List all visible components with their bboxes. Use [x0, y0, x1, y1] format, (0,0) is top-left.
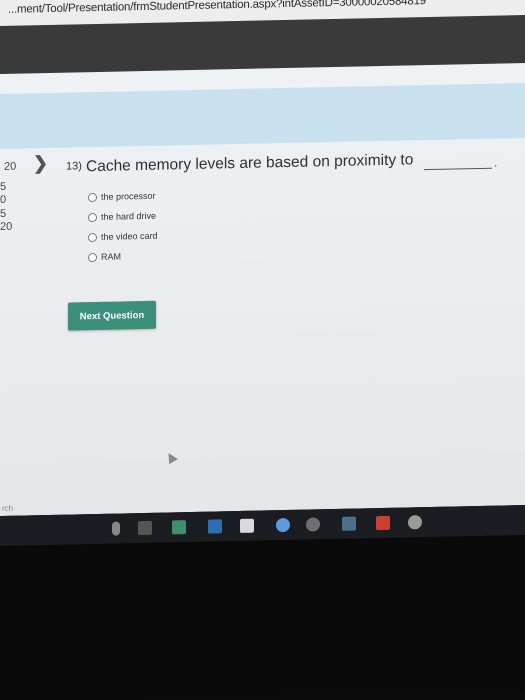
choice-label: the hard drive — [101, 210, 157, 222]
screen-bezel — [0, 535, 525, 700]
chevron-right-icon[interactable]: ❯ — [33, 153, 48, 174]
choice-label: the processor — [101, 190, 156, 202]
powerpoint-icon[interactable] — [376, 515, 390, 531]
infinity-icon[interactable] — [306, 517, 320, 532]
dropbox-icon[interactable] — [276, 517, 290, 533]
radio-button[interactable] — [88, 232, 97, 242]
task-view-icon[interactable] — [138, 520, 152, 536]
search-label[interactable]: rch — [2, 504, 13, 513]
app-icon[interactable] — [172, 520, 186, 535]
next-question-button[interactable]: Next Question — [68, 300, 156, 331]
radio-button[interactable] — [88, 192, 97, 202]
nav-number[interactable]: 20 — [4, 161, 16, 173]
shopping-bag-icon[interactable] — [240, 518, 254, 533]
choice-the-hard-drive[interactable]: the hard drive — [88, 209, 156, 224]
radio-button[interactable] — [88, 212, 97, 222]
store-icon[interactable] — [208, 519, 222, 534]
nav-number[interactable]: 5 — [0, 181, 6, 193]
choice-the-video-card[interactable]: the video card — [88, 229, 158, 244]
choice-label: RAM — [101, 251, 121, 262]
mic-icon[interactable] — [112, 521, 120, 536]
question-block: 13) Cache memory levels are based on pro… — [66, 149, 506, 175]
screen: ...ment/Tool/Presentation/frmStudentPres… — [0, 0, 525, 700]
nav-number[interactable]: 20 — [0, 221, 12, 233]
question-period: . — [494, 155, 498, 170]
choice-the-processor[interactable]: the processor — [88, 189, 156, 204]
choice-label: the video card — [101, 230, 158, 242]
radio-button[interactable] — [88, 252, 97, 262]
url-text: ...ment/Tool/Presentation/frmStudentPres… — [8, 0, 426, 16]
media-icon[interactable] — [342, 516, 356, 531]
question-nav: 20 5 0 5 20 — [0, 158, 30, 509]
answer-blank — [424, 167, 492, 171]
nav-number[interactable]: 5 — [0, 208, 6, 220]
assessment-page: 20 5 0 5 20 ❯ 13) Cache memory levels ar… — [0, 63, 525, 517]
nav-number[interactable]: 0 — [0, 194, 6, 206]
question-number: 13) — [66, 160, 82, 173]
mouse-cursor-icon — [164, 450, 178, 465]
page-banner — [0, 83, 525, 149]
question-text: Cache memory levels are based on proximi… — [86, 151, 414, 176]
choice-ram[interactable]: RAM — [88, 249, 121, 264]
settings-icon[interactable] — [408, 515, 422, 530]
